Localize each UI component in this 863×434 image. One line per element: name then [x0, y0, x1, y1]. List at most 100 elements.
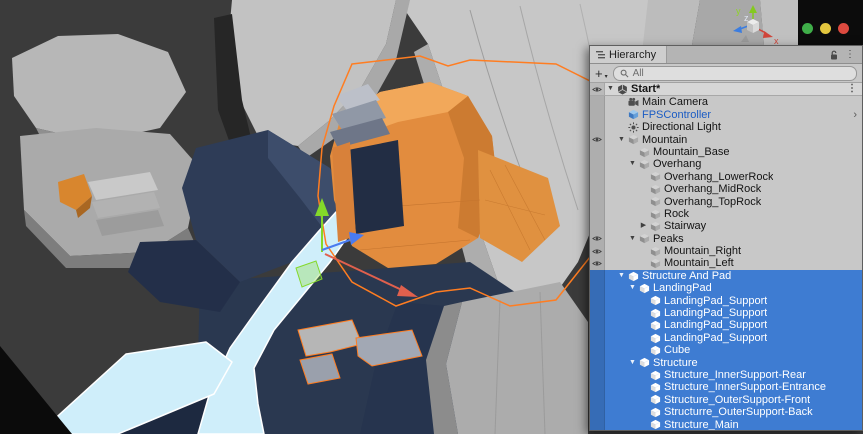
- go-icon: [638, 233, 651, 245]
- visibility-gutter[interactable]: [590, 282, 605, 294]
- hierarchy-row-structure-outersupport-front[interactable]: Structure_OuterSupport-Front: [590, 394, 862, 406]
- hierarchy-row-mountain-base[interactable]: Mountain_Base: [590, 146, 862, 158]
- hierarchy-row-fpscontroller[interactable]: FPSController›: [590, 109, 862, 121]
- row-label: Overhang: [651, 158, 701, 170]
- visibility-gutter[interactable]: [590, 83, 605, 95]
- visibility-gutter[interactable]: [590, 146, 605, 158]
- search-field[interactable]: All: [613, 66, 857, 81]
- hierarchy-row-overhang[interactable]: ▼ Overhang: [590, 158, 862, 170]
- hierarchy-row-rock[interactable]: Rock: [590, 208, 862, 220]
- hierarchy-row-start[interactable]: ▼ Start* ⋮: [590, 83, 862, 96]
- hierarchy-row-landingpad-support[interactable]: LandingPad_Support: [590, 307, 862, 319]
- hierarchy-row-structure-innersupport-entrance[interactable]: Structure_InnerSupport-Entrance: [590, 381, 862, 393]
- go-icon: [649, 406, 662, 418]
- visibility-gutter[interactable]: [590, 171, 605, 183]
- visibility-gutter[interactable]: [590, 319, 605, 331]
- row-label: Structure_InnerSupport-Entrance: [662, 381, 826, 393]
- visibility-gutter[interactable]: [590, 419, 605, 430]
- go-icon: [638, 282, 651, 294]
- hierarchy-tab-label: Hierarchy: [609, 49, 656, 61]
- visibility-gutter[interactable]: [590, 96, 605, 108]
- row-label: Start*: [629, 83, 660, 95]
- add-button[interactable]: + ▾: [595, 67, 608, 80]
- foldout-open-icon[interactable]: ▼: [605, 83, 616, 95]
- hierarchy-row-structurre-outersupport-back[interactable]: Structurre_OuterSupport-Back: [590, 406, 862, 418]
- go-icon: [638, 159, 651, 171]
- visibility-gutter[interactable]: [590, 158, 605, 170]
- visibility-gutter[interactable]: [590, 183, 605, 195]
- window-control-green[interactable]: [802, 23, 813, 34]
- visibility-gutter[interactable]: [590, 208, 605, 220]
- hierarchy-row-structure-main[interactable]: Structure_Main: [590, 419, 862, 430]
- hierarchy-row-structure-and-pad[interactable]: ▼ Structure And Pad: [590, 270, 862, 282]
- hierarchy-row-mountain-right[interactable]: Mountain_Right: [590, 245, 862, 257]
- visibility-gutter[interactable]: [590, 307, 605, 319]
- go-icon: [649, 245, 662, 257]
- hierarchy-row-landingpad[interactable]: ▼LandingPad: [590, 282, 862, 294]
- row-label: LandingPad_Support: [662, 307, 767, 319]
- foldout-open-icon[interactable]: ▼: [627, 233, 638, 245]
- light-icon: [627, 121, 640, 133]
- hierarchy-row-landingpad-support[interactable]: LandingPad_Support: [590, 295, 862, 307]
- visibility-gutter[interactable]: [590, 196, 605, 208]
- hierarchy-panel: Hierarchy ⋮ + ▾ All: [589, 45, 863, 431]
- hierarchy-tab[interactable]: Hierarchy: [590, 46, 667, 63]
- hierarchy-row-main-camera[interactable]: Main Camera: [590, 96, 862, 108]
- hierarchy-row-overhang-toprock[interactable]: Overhang_TopRock: [590, 196, 862, 208]
- hierarchy-row-overhang-lowerrock[interactable]: Overhang_LowerRock: [590, 171, 862, 183]
- visibility-gutter[interactable]: [590, 332, 605, 344]
- camera-icon: [627, 97, 640, 109]
- prefab-open-chevron-icon[interactable]: ›: [853, 109, 862, 121]
- foldout-open-icon[interactable]: ▼: [627, 158, 638, 170]
- window-controls: [802, 23, 849, 34]
- foldout-open-icon[interactable]: ▼: [616, 270, 627, 282]
- visibility-gutter[interactable]: [590, 295, 605, 307]
- visibility-gutter[interactable]: [590, 381, 605, 393]
- visibility-gutter[interactable]: [590, 220, 605, 232]
- hierarchy-row-stairway[interactable]: ▶Stairway: [590, 220, 862, 232]
- go-icon: [649, 307, 662, 319]
- visibility-gutter[interactable]: [590, 394, 605, 406]
- hierarchy-row-structure-innersupport-rear[interactable]: Structure_InnerSupport-Rear: [590, 369, 862, 381]
- window-control-red[interactable]: [838, 23, 849, 34]
- row-label: Mountain_Left: [662, 257, 734, 269]
- visibility-gutter[interactable]: [590, 245, 605, 257]
- visibility-gutter[interactable]: [590, 406, 605, 418]
- hierarchy-row-cube[interactable]: Cube: [590, 344, 862, 356]
- visibility-gutter[interactable]: [590, 257, 605, 269]
- hierarchy-row-structure[interactable]: ▼Structure: [590, 357, 862, 369]
- visibility-gutter[interactable]: [590, 109, 605, 121]
- row-label: Directional Light: [640, 121, 721, 133]
- unity-editor-window: y z x Hierarchy ⋮: [0, 0, 863, 434]
- row-label: Overhang_LowerRock: [662, 171, 773, 183]
- hierarchy-row-landingpad-support[interactable]: LandingPad_Support: [590, 319, 862, 331]
- hierarchy-tree: ▼ Start* ⋮Main CameraFPSController›Directi…: [590, 83, 862, 430]
- visibility-gutter[interactable]: [590, 369, 605, 381]
- foldout-open-icon[interactable]: ▼: [616, 134, 627, 146]
- window-control-yellow[interactable]: [820, 23, 831, 34]
- lock-icon[interactable]: [830, 50, 838, 60]
- foldout-open-icon[interactable]: ▼: [627, 282, 638, 294]
- foldout-open-icon[interactable]: ▼: [627, 357, 638, 369]
- left-rocks: [12, 34, 200, 268]
- hierarchy-row-overhang-midrock[interactable]: Overhang_MidRock: [590, 183, 862, 195]
- visibility-gutter[interactable]: [590, 357, 605, 369]
- row-label: Structure_Main: [662, 419, 739, 430]
- foldout-closed-icon[interactable]: ▶: [638, 220, 649, 232]
- visibility-gutter[interactable]: [590, 344, 605, 356]
- visibility-gutter[interactable]: [590, 233, 605, 245]
- visibility-gutter[interactable]: [590, 270, 605, 282]
- visibility-gutter[interactable]: [590, 121, 605, 133]
- panel-menu-icon[interactable]: ⋮: [845, 49, 855, 60]
- hierarchy-row-landingpad-support[interactable]: LandingPad_Support: [590, 332, 862, 344]
- row-label: Mountain: [640, 134, 687, 146]
- scene-menu-icon[interactable]: ⋮: [847, 83, 862, 95]
- hierarchy-row-peaks[interactable]: ▼Peaks: [590, 233, 862, 245]
- hierarchy-row-mountain[interactable]: ▼ Mountain: [590, 134, 862, 146]
- hierarchy-row-mountain-left[interactable]: Mountain_Left: [590, 257, 862, 269]
- hierarchy-row-directional-light[interactable]: Directional Light: [590, 121, 862, 133]
- row-label: Structure And Pad: [640, 270, 731, 282]
- go-icon: [649, 382, 662, 394]
- go-icon: [649, 332, 662, 344]
- visibility-gutter[interactable]: [590, 134, 605, 146]
